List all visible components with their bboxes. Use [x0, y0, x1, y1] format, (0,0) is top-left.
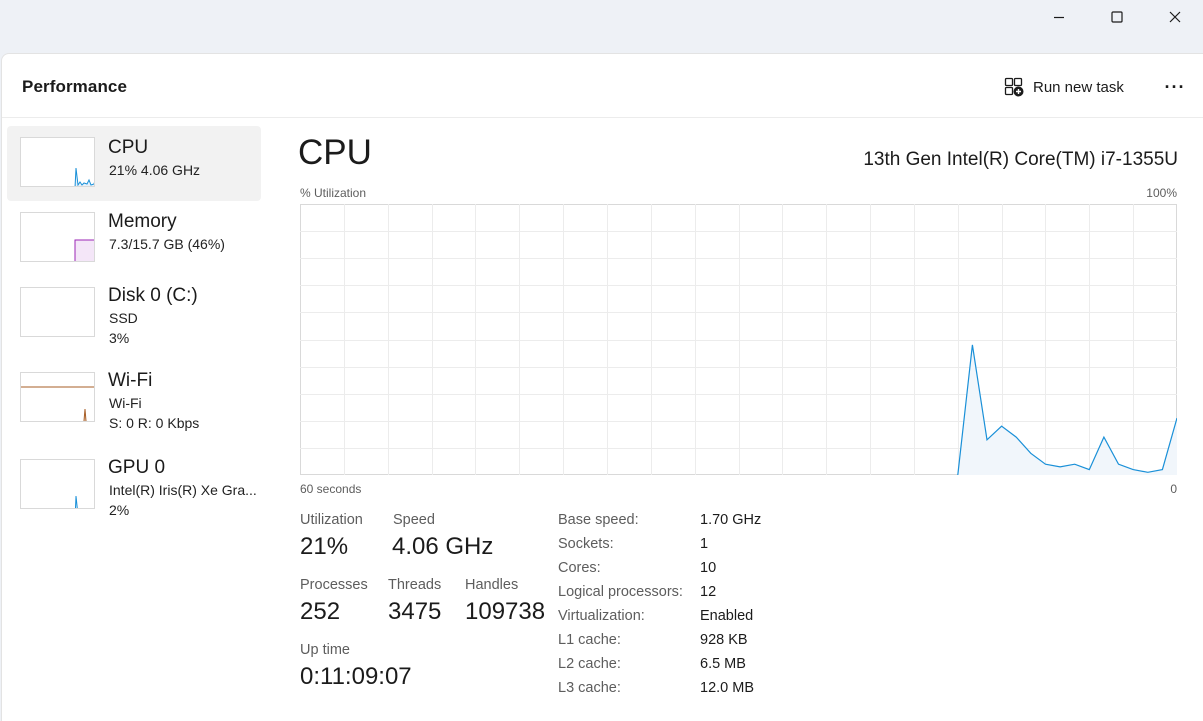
utilization-value: 21%: [300, 533, 349, 560]
sidebar-item-detail: 21% 4.06 GHz: [109, 162, 201, 178]
spec-value: 12: [700, 584, 717, 600]
close-icon: [1169, 11, 1181, 23]
maximize-button[interactable]: [1088, 0, 1146, 34]
y-axis-max-label: 100%: [1146, 186, 1177, 200]
page-header: Performance Run new task ···: [2, 54, 1203, 118]
sidebar-item-detail: SSD: [109, 310, 138, 326]
spec-label: L3 cache:: [558, 680, 621, 696]
disk-thumbnail-graph: [20, 287, 95, 337]
sidebar-item-label: Memory: [108, 211, 177, 232]
processes-value: 252: [300, 598, 341, 625]
title-bar: [0, 0, 1203, 54]
speed-value: 4.06 GHz: [392, 533, 494, 560]
more-icon: ···: [1164, 76, 1186, 97]
sidebar-item-label: Disk 0 (C:): [108, 285, 198, 306]
x-axis-right-label: 0: [1170, 482, 1177, 496]
page-title: Performance: [22, 77, 128, 96]
sidebar-item-label: CPU: [108, 137, 149, 158]
threads-label: Threads: [388, 577, 442, 593]
spec-label: Logical processors:: [558, 584, 683, 600]
more-options-button[interactable]: ···: [1160, 74, 1190, 100]
spec-value: 10: [700, 560, 717, 576]
processes-label: Processes: [300, 577, 368, 593]
minimize-icon: [1054, 16, 1064, 19]
spec-value: 1: [700, 536, 709, 552]
sidebar-item-memory[interactable]: Memory 7.3/15.7 GB (46%): [7, 201, 261, 276]
sidebar-item-label: Wi-Fi: [108, 370, 153, 391]
cpu-utilization-graph: [300, 204, 1177, 475]
spec-label: Cores:: [558, 560, 601, 576]
y-axis-label: % Utilization: [300, 186, 367, 200]
sidebar-item-label: GPU 0: [108, 457, 166, 478]
spec-label: Base speed:: [558, 512, 639, 528]
utilization-label: Utilization: [300, 512, 363, 528]
wifi-thumbnail-graph: [20, 372, 95, 422]
run-new-task-button[interactable]: Run new task: [1004, 74, 1124, 100]
uptime-label: Up time: [300, 642, 350, 658]
spec-value: 12.0 MB: [700, 680, 754, 696]
cpu-heading: CPU: [298, 133, 372, 172]
memory-thumbnail-graph: [20, 212, 95, 262]
sidebar-item-detail-2: 3%: [109, 330, 130, 346]
spec-label: Virtualization:: [558, 608, 645, 624]
close-button[interactable]: [1146, 0, 1203, 34]
gpu-thumbnail-graph: [20, 459, 95, 509]
sidebar-item-disk[interactable]: Disk 0 (C:) SSD 3%: [7, 276, 261, 351]
threads-value: 3475: [388, 598, 442, 625]
minimize-button[interactable]: [1030, 0, 1088, 34]
spec-label: Sockets:: [558, 536, 614, 552]
spec-value: 928 KB: [700, 632, 748, 648]
x-axis-left-label: 60 seconds: [300, 482, 362, 496]
performance-pane: Performance Run new task ··· CPU 21% 4.0…: [1, 53, 1203, 721]
sidebar-item-wifi[interactable]: Wi-Fi Wi-Fi S: 0 R: 0 Kbps: [7, 361, 261, 436]
handles-label: Handles: [465, 577, 519, 593]
sidebar-item-detail: Intel(R) Iris(R) Xe Gra...: [109, 482, 257, 498]
sidebar-item-detail: Wi-Fi: [109, 395, 142, 411]
uptime-value: 0:11:09:07: [300, 663, 412, 690]
sidebar-item-detail-2: S: 0 R: 0 Kbps: [109, 415, 200, 431]
handles-value: 109738: [465, 598, 546, 625]
spec-label: L2 cache:: [558, 656, 621, 672]
run-task-icon: [1004, 77, 1024, 97]
sidebar-item-detail: 7.3/15.7 GB (46%): [109, 236, 225, 252]
cpu-model-name: 13th Gen Intel(R) Core(TM) i7-1355U: [863, 149, 1178, 170]
spec-label: L1 cache:: [558, 632, 621, 648]
spec-value: 1.70 GHz: [700, 512, 762, 528]
cpu-thumbnail-graph: [20, 137, 95, 187]
run-new-task-label: Run new task: [1033, 78, 1124, 96]
spec-value: Enabled: [700, 608, 754, 624]
sidebar-item-cpu[interactable]: CPU 21% 4.06 GHz: [7, 126, 261, 201]
spec-value: 6.5 MB: [700, 656, 746, 672]
sidebar-item-detail-2: 2%: [109, 502, 130, 518]
sidebar-item-gpu[interactable]: GPU 0 Intel(R) Iris(R) Xe Gra... 2%: [7, 448, 261, 523]
speed-label: Speed: [393, 512, 435, 528]
maximize-icon: [1111, 11, 1123, 23]
